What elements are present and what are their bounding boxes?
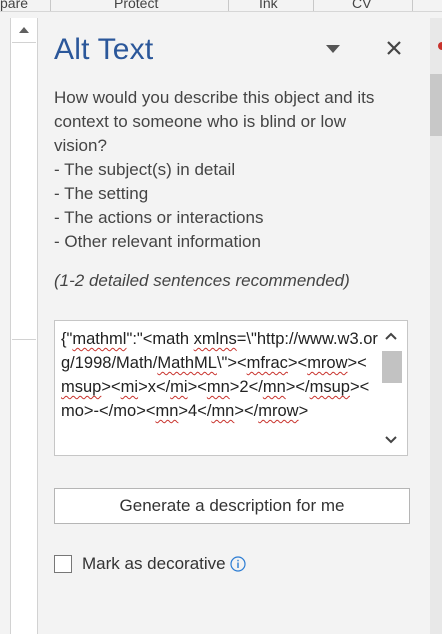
mark-decorative-row: Mark as decorative bbox=[54, 552, 246, 576]
sentence-recommendation: (1-2 detailed sentences recommended) bbox=[54, 271, 350, 290]
textarea-scrollbar[interactable] bbox=[380, 325, 402, 451]
ribbon-group-compare: pare bbox=[0, 0, 29, 11]
ribbon-separator bbox=[412, 0, 413, 11]
ribbon-separator bbox=[50, 0, 51, 11]
scroll-down-icon[interactable] bbox=[380, 429, 402, 451]
mark-decorative-label[interactable]: Mark as decorative bbox=[82, 554, 226, 574]
alt-text-instructions: How would you describe this object and i… bbox=[54, 86, 394, 254]
scrollbar-thumb[interactable] bbox=[382, 351, 402, 383]
ribbon-separator bbox=[313, 0, 314, 11]
instruction-line: - The actions or interactions bbox=[54, 208, 264, 227]
instruction-line: - The subject(s) in detail bbox=[54, 160, 236, 179]
red-accent-mark bbox=[438, 40, 442, 52]
instruction-line: How would you describe this object and i… bbox=[54, 88, 375, 107]
alt-text-value[interactable]: {"mathml":"<math xmlns=\"http://www.w3.o… bbox=[61, 327, 379, 449]
document-scrollbar[interactable] bbox=[10, 18, 38, 634]
alt-text-textarea[interactable]: {"mathml":"<math xmlns=\"http://www.w3.o… bbox=[54, 320, 408, 456]
pane-title: Alt Text bbox=[54, 33, 154, 66]
alt-text-pane: Alt Text How would you describe this obj… bbox=[38, 18, 430, 634]
close-icon[interactable] bbox=[382, 36, 406, 60]
instruction-line: vision? bbox=[54, 136, 107, 155]
chevron-down-icon[interactable] bbox=[322, 38, 344, 60]
instruction-line: context to someone who is blind or low bbox=[54, 112, 346, 131]
info-icon[interactable] bbox=[230, 556, 246, 572]
instruction-line: - Other relevant information bbox=[54, 232, 261, 251]
scrollbar-track[interactable] bbox=[12, 42, 36, 340]
mark-decorative-checkbox[interactable] bbox=[54, 555, 72, 573]
scroll-up-icon[interactable] bbox=[380, 325, 402, 347]
instruction-line: - The setting bbox=[54, 184, 149, 203]
ribbon-separator bbox=[228, 0, 229, 11]
window-scrollbar[interactable] bbox=[430, 18, 442, 634]
ribbon-group-ink: Ink bbox=[259, 0, 278, 11]
scroll-up-icon[interactable] bbox=[12, 19, 36, 41]
ribbon-group-labels: pare Protect Ink CV bbox=[0, 0, 442, 12]
scrollbar-thumb[interactable] bbox=[430, 74, 442, 136]
generate-description-button[interactable]: Generate a description for me bbox=[54, 488, 410, 524]
ribbon-group-cv: CV bbox=[352, 0, 372, 11]
ribbon-group-protect: Protect bbox=[114, 0, 159, 11]
